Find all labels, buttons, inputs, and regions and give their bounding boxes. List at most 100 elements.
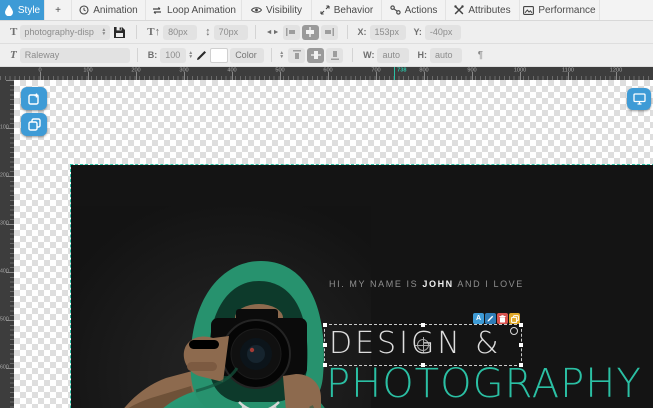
behavior-arrows-icon (320, 5, 330, 15)
handle-e[interactable] (519, 343, 523, 347)
canvas-background: HI. MY NAME IS JOHN AND I LOVE DESIGN & … (14, 80, 653, 408)
ruler-marker-value: 738 (397, 68, 406, 74)
preview-device-button[interactable] (627, 88, 651, 110)
font-family-icon: T (10, 49, 17, 61)
h-ruler-label: 0 (38, 68, 41, 74)
handle-n[interactable] (421, 323, 425, 327)
save-style-button[interactable] (113, 26, 126, 39)
tab-loop-animation[interactable]: Loop Animation (146, 0, 242, 20)
width-input[interactable] (377, 48, 409, 63)
align-left-button[interactable] (283, 25, 300, 40)
add-slide-button[interactable] (21, 87, 47, 110)
duplicate-slide-button[interactable] (21, 113, 47, 136)
duplicate-icon (28, 118, 41, 131)
text-style-select-value: photography-disp (24, 27, 98, 37)
h-ruler-label: 800 (419, 68, 428, 74)
tab-label: Visibility (266, 5, 302, 16)
selection-actions: A (473, 313, 520, 324)
align-top-button[interactable] (288, 48, 305, 63)
x-position-input[interactable] (370, 25, 406, 40)
v-ruler-label: 200 (0, 173, 9, 178)
select-stepper-icon[interactable]: ▲▼ (101, 28, 106, 36)
loop-icon (151, 6, 163, 15)
font-size-input[interactable] (163, 25, 197, 40)
line-height-icon: ↕ (205, 26, 211, 38)
v-stepper-icon[interactable]: ▲▼ (279, 51, 284, 59)
monitor-icon (633, 93, 646, 105)
h-ruler-label: 1200 (610, 68, 622, 74)
tab-visibility[interactable]: Visibility (242, 0, 312, 20)
link-icon (390, 5, 401, 15)
edit-style-button[interactable] (485, 313, 496, 324)
eyedropper-icon[interactable] (196, 50, 207, 61)
v-ruler-label: 500 (0, 317, 9, 322)
font-weight-input[interactable] (160, 48, 186, 63)
delete-button[interactable] (497, 313, 508, 324)
align-center-h-button[interactable] (302, 25, 319, 40)
weight-stepper-icon[interactable]: ▲▼ (188, 51, 193, 59)
h-ruler-label: 100 (83, 68, 92, 74)
tab-actions[interactable]: Actions (382, 0, 446, 20)
text-style-select[interactable]: photography-disp ▲▼ (20, 25, 110, 40)
tab-label: Performance (538, 5, 595, 16)
toolbar-row-font: T B: ▲▼ ▲▼ W: H: ¶ (0, 44, 653, 67)
selected-text[interactable]: DESIGN & (329, 326, 502, 361)
h-ruler-label: 900 (467, 68, 476, 74)
handle-ne[interactable] (519, 323, 523, 327)
v-ruler-label: 300 (0, 221, 9, 226)
handle-w[interactable] (323, 343, 327, 347)
tab-performance[interactable]: Performance (520, 0, 600, 20)
h-ruler-label: 200 (131, 68, 140, 74)
h-ruler-label: 300 (179, 68, 188, 74)
color-input[interactable] (230, 48, 264, 63)
y-position-input[interactable] (425, 25, 461, 40)
tab-animation[interactable]: Animation (72, 0, 146, 20)
tools-icon (454, 5, 464, 15)
eye-icon (251, 6, 262, 14)
font-family-input[interactable] (20, 48, 130, 63)
rotate-handle-icon[interactable] (510, 327, 518, 335)
vertical-ruler[interactable]: 100 200 300 400 500 600 (0, 80, 14, 408)
line-height-input[interactable] (214, 25, 248, 40)
h-ruler-label: 600 (323, 68, 332, 74)
h-ruler-label: 1000 (514, 68, 526, 74)
align-right-button[interactable] (321, 25, 338, 40)
paragraph-button[interactable]: ¶ (472, 48, 489, 63)
handle-nw[interactable] (323, 323, 327, 327)
align-bottom-button[interactable] (326, 48, 343, 63)
y-label: Y: (414, 27, 422, 37)
height-input[interactable] (430, 48, 462, 63)
tab-label: Actions (405, 5, 438, 16)
v-ruler-label: 600 (0, 365, 9, 370)
h-ruler-label: 500 (275, 68, 284, 74)
tab-label: Loop Animation (167, 5, 236, 16)
selection-anchor-icon[interactable] (417, 339, 429, 351)
style-drop-icon (4, 5, 14, 16)
tab-label: Style (18, 5, 40, 16)
edit-text-button[interactable]: A (473, 313, 484, 324)
color-swatch[interactable] (210, 48, 228, 63)
toolbar-row-typography: T photography-disp ▲▼ T↑ ↕ ◄► X: Y: (0, 21, 653, 44)
headline-photography[interactable]: PHOTOGRAPHY (326, 361, 642, 407)
ruler-position-marker (394, 67, 395, 80)
tab-bar: Style +Animation Loop Animation Visibility B… (0, 0, 653, 21)
font-size-icon: T↑ (147, 26, 160, 38)
headline-intro[interactable]: HI. MY NAME IS JOHN AND I LOVE (329, 279, 524, 289)
align-middle-v-button[interactable] (307, 48, 324, 63)
headline-suffix: AND I LOVE (454, 279, 524, 289)
image-icon (523, 6, 534, 15)
tab-style[interactable]: Style (0, 0, 45, 20)
headline-prefix: HI. MY NAME IS (329, 279, 422, 289)
horizontal-ruler[interactable]: 0100200300400500600700800900100011001200… (0, 67, 653, 80)
v-ruler-label: 400 (0, 269, 9, 274)
h-label: H: (417, 50, 427, 60)
tab-add-button[interactable]: + (45, 0, 72, 20)
slide-canvas[interactable]: HI. MY NAME IS JOHN AND I LOVE DESIGN & … (71, 165, 653, 408)
tab-label: Attributes (468, 5, 510, 16)
clock-icon (79, 5, 89, 15)
selection-box[interactable]: DESIGN & A (324, 324, 522, 366)
app-window: Style +Animation Loop Animation Visibility B… (0, 0, 653, 408)
tab-behavior[interactable]: Behavior (312, 0, 382, 20)
v-ruler-label: 100 (0, 125, 9, 130)
tab-attributes[interactable]: Attributes (446, 0, 520, 20)
